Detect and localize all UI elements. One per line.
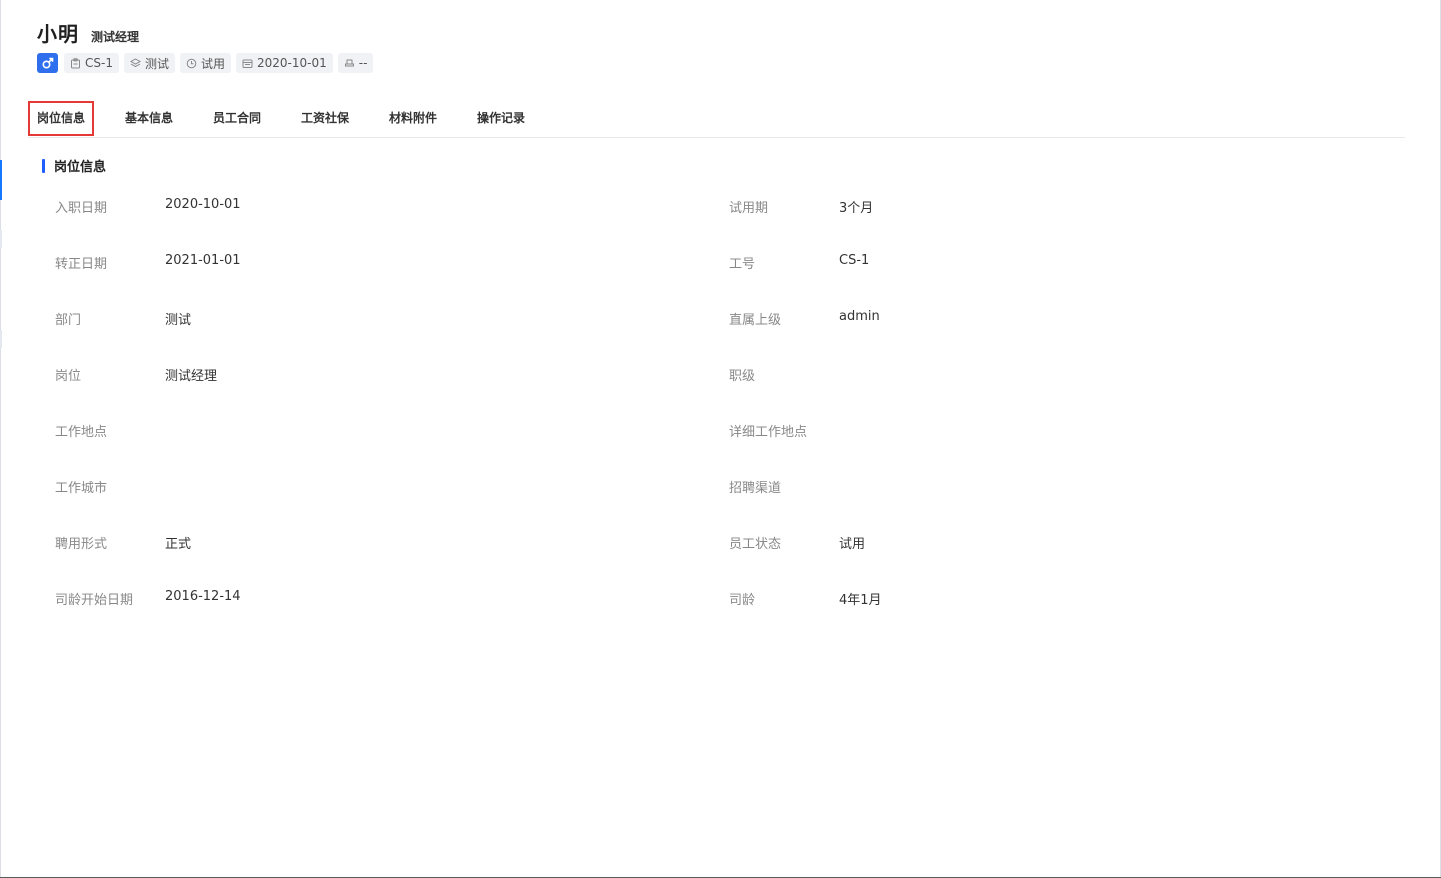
tag-seat: -- bbox=[337, 53, 374, 73]
tab-position-info[interactable]: 岗位信息 bbox=[28, 101, 95, 136]
window-left-border bbox=[0, 0, 1, 878]
field-label-work-city: 工作城市 bbox=[55, 481, 108, 496]
field-label-department: 部门 bbox=[55, 313, 82, 328]
field-label-employee-status: 员工状态 bbox=[729, 537, 782, 552]
tag-label: 2020-10-01 bbox=[257, 56, 327, 70]
field-value-employee-status: 试用 bbox=[839, 537, 866, 552]
employee-name: 小明 bbox=[37, 22, 79, 46]
field-label-supervisor: 直属上级 bbox=[729, 313, 782, 328]
field-value-position: 测试经理 bbox=[165, 369, 218, 384]
field-label-recruit-channel: 招聘渠道 bbox=[729, 481, 782, 496]
tag-label: CS-1 bbox=[85, 56, 113, 70]
field-label-detailed-location: 详细工作地点 bbox=[729, 425, 808, 440]
section-accent-bar bbox=[42, 158, 45, 173]
field-value-department: 测试 bbox=[165, 313, 192, 328]
tag-department: 测试 bbox=[123, 53, 175, 73]
tag-label: 试用 bbox=[200, 56, 225, 71]
sidebar-divider bbox=[0, 330, 2, 348]
tag-employee-id: CS-1 bbox=[64, 53, 119, 73]
field-value-seniority-start: 2016-12-14 bbox=[165, 589, 241, 604]
field-value-employment-type: 正式 bbox=[165, 537, 192, 552]
field-label-seniority-start: 司龄开始日期 bbox=[55, 593, 134, 608]
detail-tabs: 岗位信息 基本信息 员工合同 工资社保 材料附件 操作记录 bbox=[28, 101, 1405, 138]
field-label-hire-date: 入职日期 bbox=[55, 201, 108, 216]
field-value-employee-id: CS-1 bbox=[839, 253, 870, 268]
field-value-probation: 3个月 bbox=[839, 201, 874, 216]
tab-basic-info[interactable]: 基本信息 bbox=[125, 101, 173, 135]
tab-salary-insurance[interactable]: 工资社保 bbox=[301, 101, 349, 135]
tab-contract[interactable]: 员工合同 bbox=[213, 101, 261, 135]
field-label-probation: 试用期 bbox=[729, 201, 769, 216]
employee-header: 小明 测试经理 bbox=[37, 18, 139, 47]
section-title: 岗位信息 bbox=[54, 160, 107, 175]
field-value-hire-date: 2020-10-01 bbox=[165, 197, 241, 212]
sidebar-active-indicator bbox=[0, 160, 2, 200]
tag-label: -- bbox=[358, 56, 368, 70]
clock-icon bbox=[186, 58, 197, 68]
field-value-regularization-date: 2021-01-01 bbox=[165, 253, 241, 268]
seat-icon bbox=[344, 59, 354, 66]
field-label-work-location: 工作地点 bbox=[55, 425, 108, 440]
layers-icon bbox=[129, 57, 141, 67]
field-label-regularization-date: 转正日期 bbox=[55, 257, 108, 272]
field-label-seniority: 司龄 bbox=[729, 593, 756, 608]
tab-attachments[interactable]: 材料附件 bbox=[389, 101, 437, 135]
tag-hire-date: 2020-10-01 bbox=[236, 53, 333, 73]
sidebar-divider bbox=[0, 230, 2, 248]
tab-operation-log[interactable]: 操作记录 bbox=[477, 101, 525, 135]
employee-title: 测试经理 bbox=[91, 30, 140, 44]
field-value-supervisor: admin bbox=[839, 309, 880, 324]
badge-icon bbox=[71, 57, 80, 68]
field-label-job-level: 职级 bbox=[729, 369, 756, 384]
tag-status: 试用 bbox=[179, 53, 231, 73]
calendar-icon bbox=[242, 59, 253, 68]
tag-label: 测试 bbox=[144, 56, 169, 71]
male-icon bbox=[37, 53, 58, 73]
employee-tags: CS-1 测试 试用 2020-10-01 -- bbox=[37, 53, 378, 73]
field-value-seniority: 4年1月 bbox=[839, 593, 882, 608]
field-label-employment-type: 聘用形式 bbox=[55, 537, 108, 552]
field-label-position: 岗位 bbox=[55, 369, 82, 384]
field-label-employee-id: 工号 bbox=[729, 257, 756, 272]
section-header: 岗位信息 bbox=[42, 156, 106, 175]
